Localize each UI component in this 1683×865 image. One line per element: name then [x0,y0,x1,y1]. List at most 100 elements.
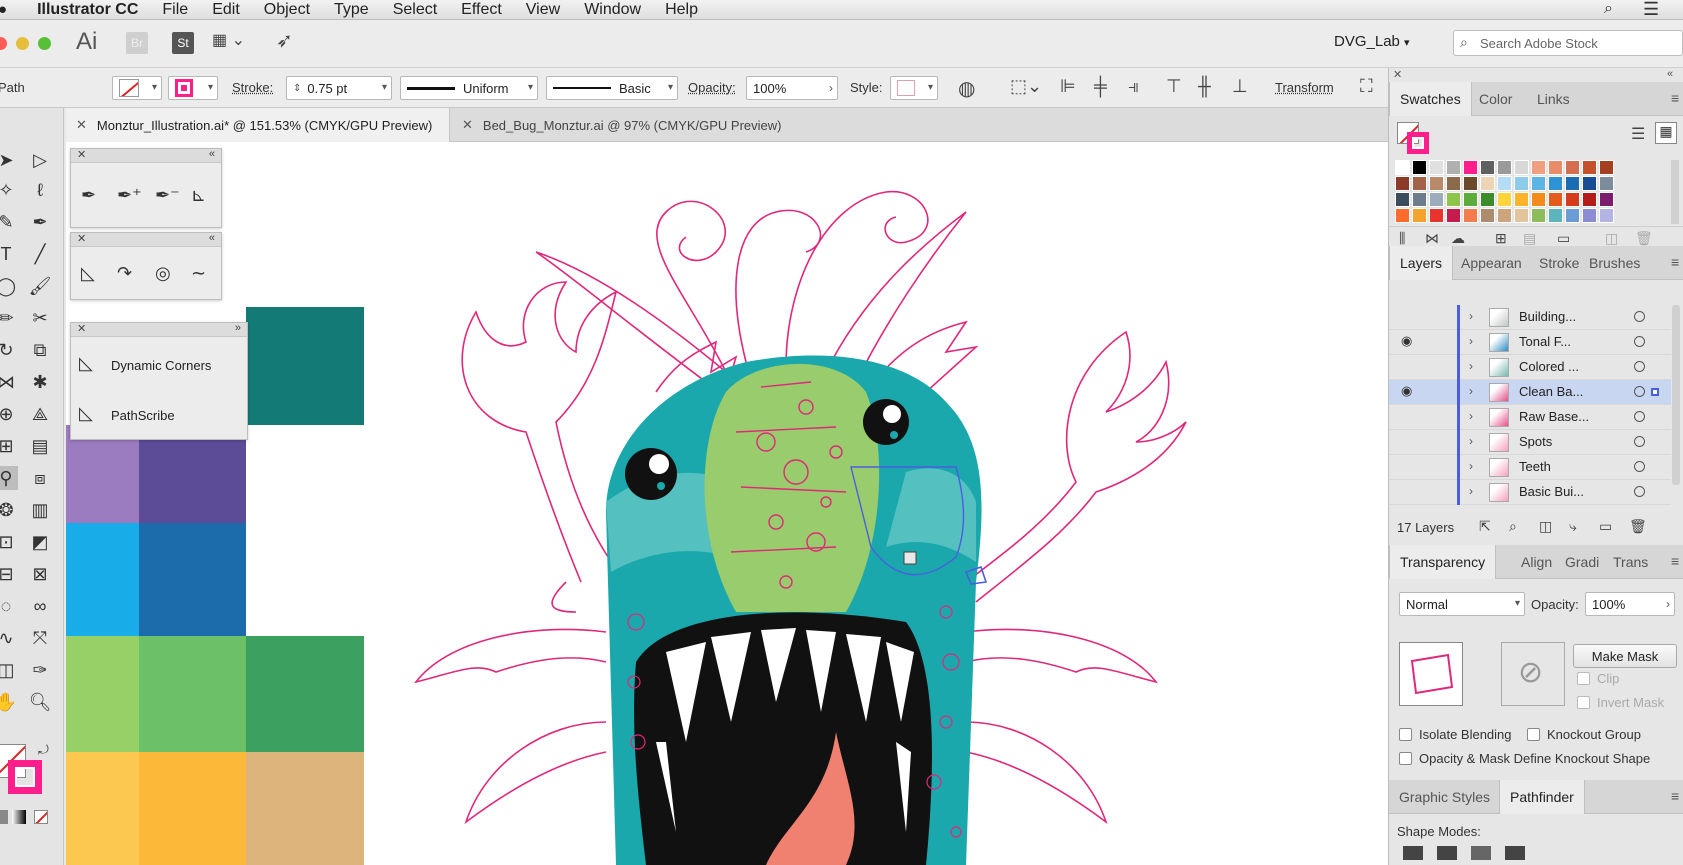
visibility-eye-icon[interactable]: ◉ [1401,383,1412,399]
color-swatch[interactable] [1599,176,1614,191]
panel-menu-icon[interactable]: ≡ [1671,90,1679,106]
color-swatch[interactable] [1395,208,1410,223]
delete-layer-icon[interactable]: 🗑︎ [1629,518,1647,535]
plugin-item-pathscribe[interactable]: ◺ PathScribe [79,401,243,431]
doc-tab-monztur[interactable]: ✕ Monztur_Illustration.ai* @ 151.53% (CM… [66,108,450,142]
mask-thumbnail[interactable]: ⊘ [1501,642,1565,706]
color-swatch[interactable] [1565,160,1580,175]
menu-effect[interactable]: Effect [449,0,514,20]
color-swatch[interactable] [1582,160,1597,175]
collapse-icon[interactable]: « [1667,68,1673,80]
gradient-mode-icon[interactable] [12,810,26,824]
align-left-icon[interactable]: ⊫ [1060,76,1076,97]
gpu-rocket-icon[interactable]: ➶ [276,28,293,53]
layer-row[interactable]: › Raw Base... [1389,405,1671,430]
color-swatch[interactable] [1599,192,1614,207]
target-circle-icon[interactable] [1634,486,1645,497]
palette-block[interactable] [139,752,246,865]
eraser-tool-icon[interactable]: ◫ [0,658,18,682]
close-icon[interactable]: ✕ [77,322,86,335]
layer-row[interactable]: › Spots [1389,430,1671,455]
panel-header[interactable]: ✕ » [71,322,247,337]
menu-select[interactable]: Select [381,0,449,20]
color-swatch[interactable] [1514,160,1529,175]
bridge-logo[interactable]: Br [126,32,148,54]
expand-arrow-icon[interactable]: › [1469,459,1473,473]
rotate-tool-icon[interactable]: ↻ [0,338,18,362]
collapse-icon[interactable]: « [209,148,215,160]
stroke-label[interactable]: Stroke: [232,80,273,95]
palette-block[interactable] [246,307,364,425]
color-swatch[interactable] [1412,208,1427,223]
expand-arrow-icon[interactable]: › [1469,309,1473,323]
color-swatch[interactable] [1497,208,1512,223]
type-tool-icon[interactable]: T [0,242,18,266]
color-swatch[interactable] [1412,176,1427,191]
menu-type[interactable]: Type [322,0,381,20]
blend-mode-dropdown[interactable]: Normal ▾ [1399,592,1525,616]
invert-mask-checkbox[interactable] [1577,696,1590,709]
target-circle-icon[interactable] [1634,461,1645,472]
color-swatch[interactable] [1395,192,1410,207]
new-swatch-icon[interactable]: ◫ [1605,230,1618,247]
color-swatch[interactable] [1429,160,1444,175]
new-sublayer-icon[interactable]: ⤷ [1569,518,1577,535]
spotlight-search-icon[interactable]: ⌕ [1604,0,1613,18]
panel-header[interactable]: ✕ « [71,232,221,247]
align-middle-icon[interactable]: ╫ [1198,76,1211,97]
menu-window[interactable]: Window [572,0,653,20]
swap-fill-stroke-icon[interactable]: ⤾ [38,742,49,758]
line-tool-icon[interactable]: ╱ [28,242,52,266]
color-swatch[interactable] [1548,208,1563,223]
color-swatch[interactable] [1548,176,1563,191]
pen-tool-icon[interactable]: ✎ [0,210,18,234]
layer-row[interactable]: › Teeth [1389,455,1671,480]
layer-row[interactable]: ◉ › Tonal F... [1389,330,1671,355]
slice-tool-icon[interactable]: ◩ [28,530,52,554]
layer-row[interactable]: ◉ › Clean Ba... [1389,380,1671,405]
color-swatch[interactable] [1480,160,1495,175]
window-minimize-button[interactable] [16,37,29,50]
color-swatch[interactable] [1463,192,1478,207]
color-swatch[interactable] [1497,160,1512,175]
mesh-tool-icon[interactable]: ⊞ [0,434,18,458]
stepper-icon[interactable]: ⇕ [293,83,301,94]
color-swatch[interactable] [1497,176,1512,191]
palette-block[interactable] [139,523,246,636]
swatch-options-icon[interactable]: ⊞ [1495,230,1507,247]
isolate-icon[interactable]: ⛶ [1360,76,1373,97]
palette-block[interactable] [66,752,139,865]
direct-selection-tool-icon[interactable]: ▷ [28,148,52,172]
tab-appearance[interactable]: Appearan [1451,246,1532,280]
expand-arrow-icon[interactable]: › [1469,409,1473,423]
panel-menu-icon[interactable]: ≡ [1671,254,1679,270]
color-group-icon[interactable]: ▤ [1523,230,1536,247]
export-icon[interactable]: ⇱ [1479,518,1491,535]
artboard-tool-icon[interactable]: ⊡ [0,530,18,554]
chevron-right-icon[interactable]: › [1666,597,1670,611]
close-icon[interactable]: ✕ [77,148,86,161]
live-paint-select-tool-icon[interactable]: ⊠ [28,562,52,586]
brush-definition-dropdown[interactable]: Basic ▾ [546,76,678,100]
free-transform-tool-icon[interactable]: ⤧ [28,626,52,650]
clipping-mask-icon[interactable]: ◫ [1539,518,1552,535]
workspace-switcher[interactable]: DVG_Lab ▾ [1334,33,1410,50]
color-swatch[interactable] [1429,176,1444,191]
visibility-toggle[interactable] [1401,308,1417,324]
stock-logo[interactable]: St [172,32,194,54]
delete-anchor-tool-icon[interactable]: ✒⁻ [155,185,180,206]
color-swatch[interactable] [1514,192,1529,207]
gradient-tool-icon[interactable]: ▤ [28,434,52,458]
palette-block[interactable] [246,752,364,865]
paintbrush-tool-icon[interactable]: 🖌 [28,274,52,298]
visibility-toggle[interactable] [1401,483,1417,499]
color-swatch[interactable] [1446,160,1461,175]
color-swatch[interactable] [1480,176,1495,191]
artboard-canvas[interactable] [66,142,1388,865]
color-swatch[interactable] [1531,176,1546,191]
live-paint-tool-icon[interactable]: ⊟ [0,562,18,586]
graphic-style-dropdown[interactable]: ▾ [890,76,938,100]
object-thumbnail[interactable] [1399,642,1463,706]
layers-scrollbar[interactable] [1672,305,1680,485]
opacity-label[interactable]: Opacity: [688,80,736,95]
